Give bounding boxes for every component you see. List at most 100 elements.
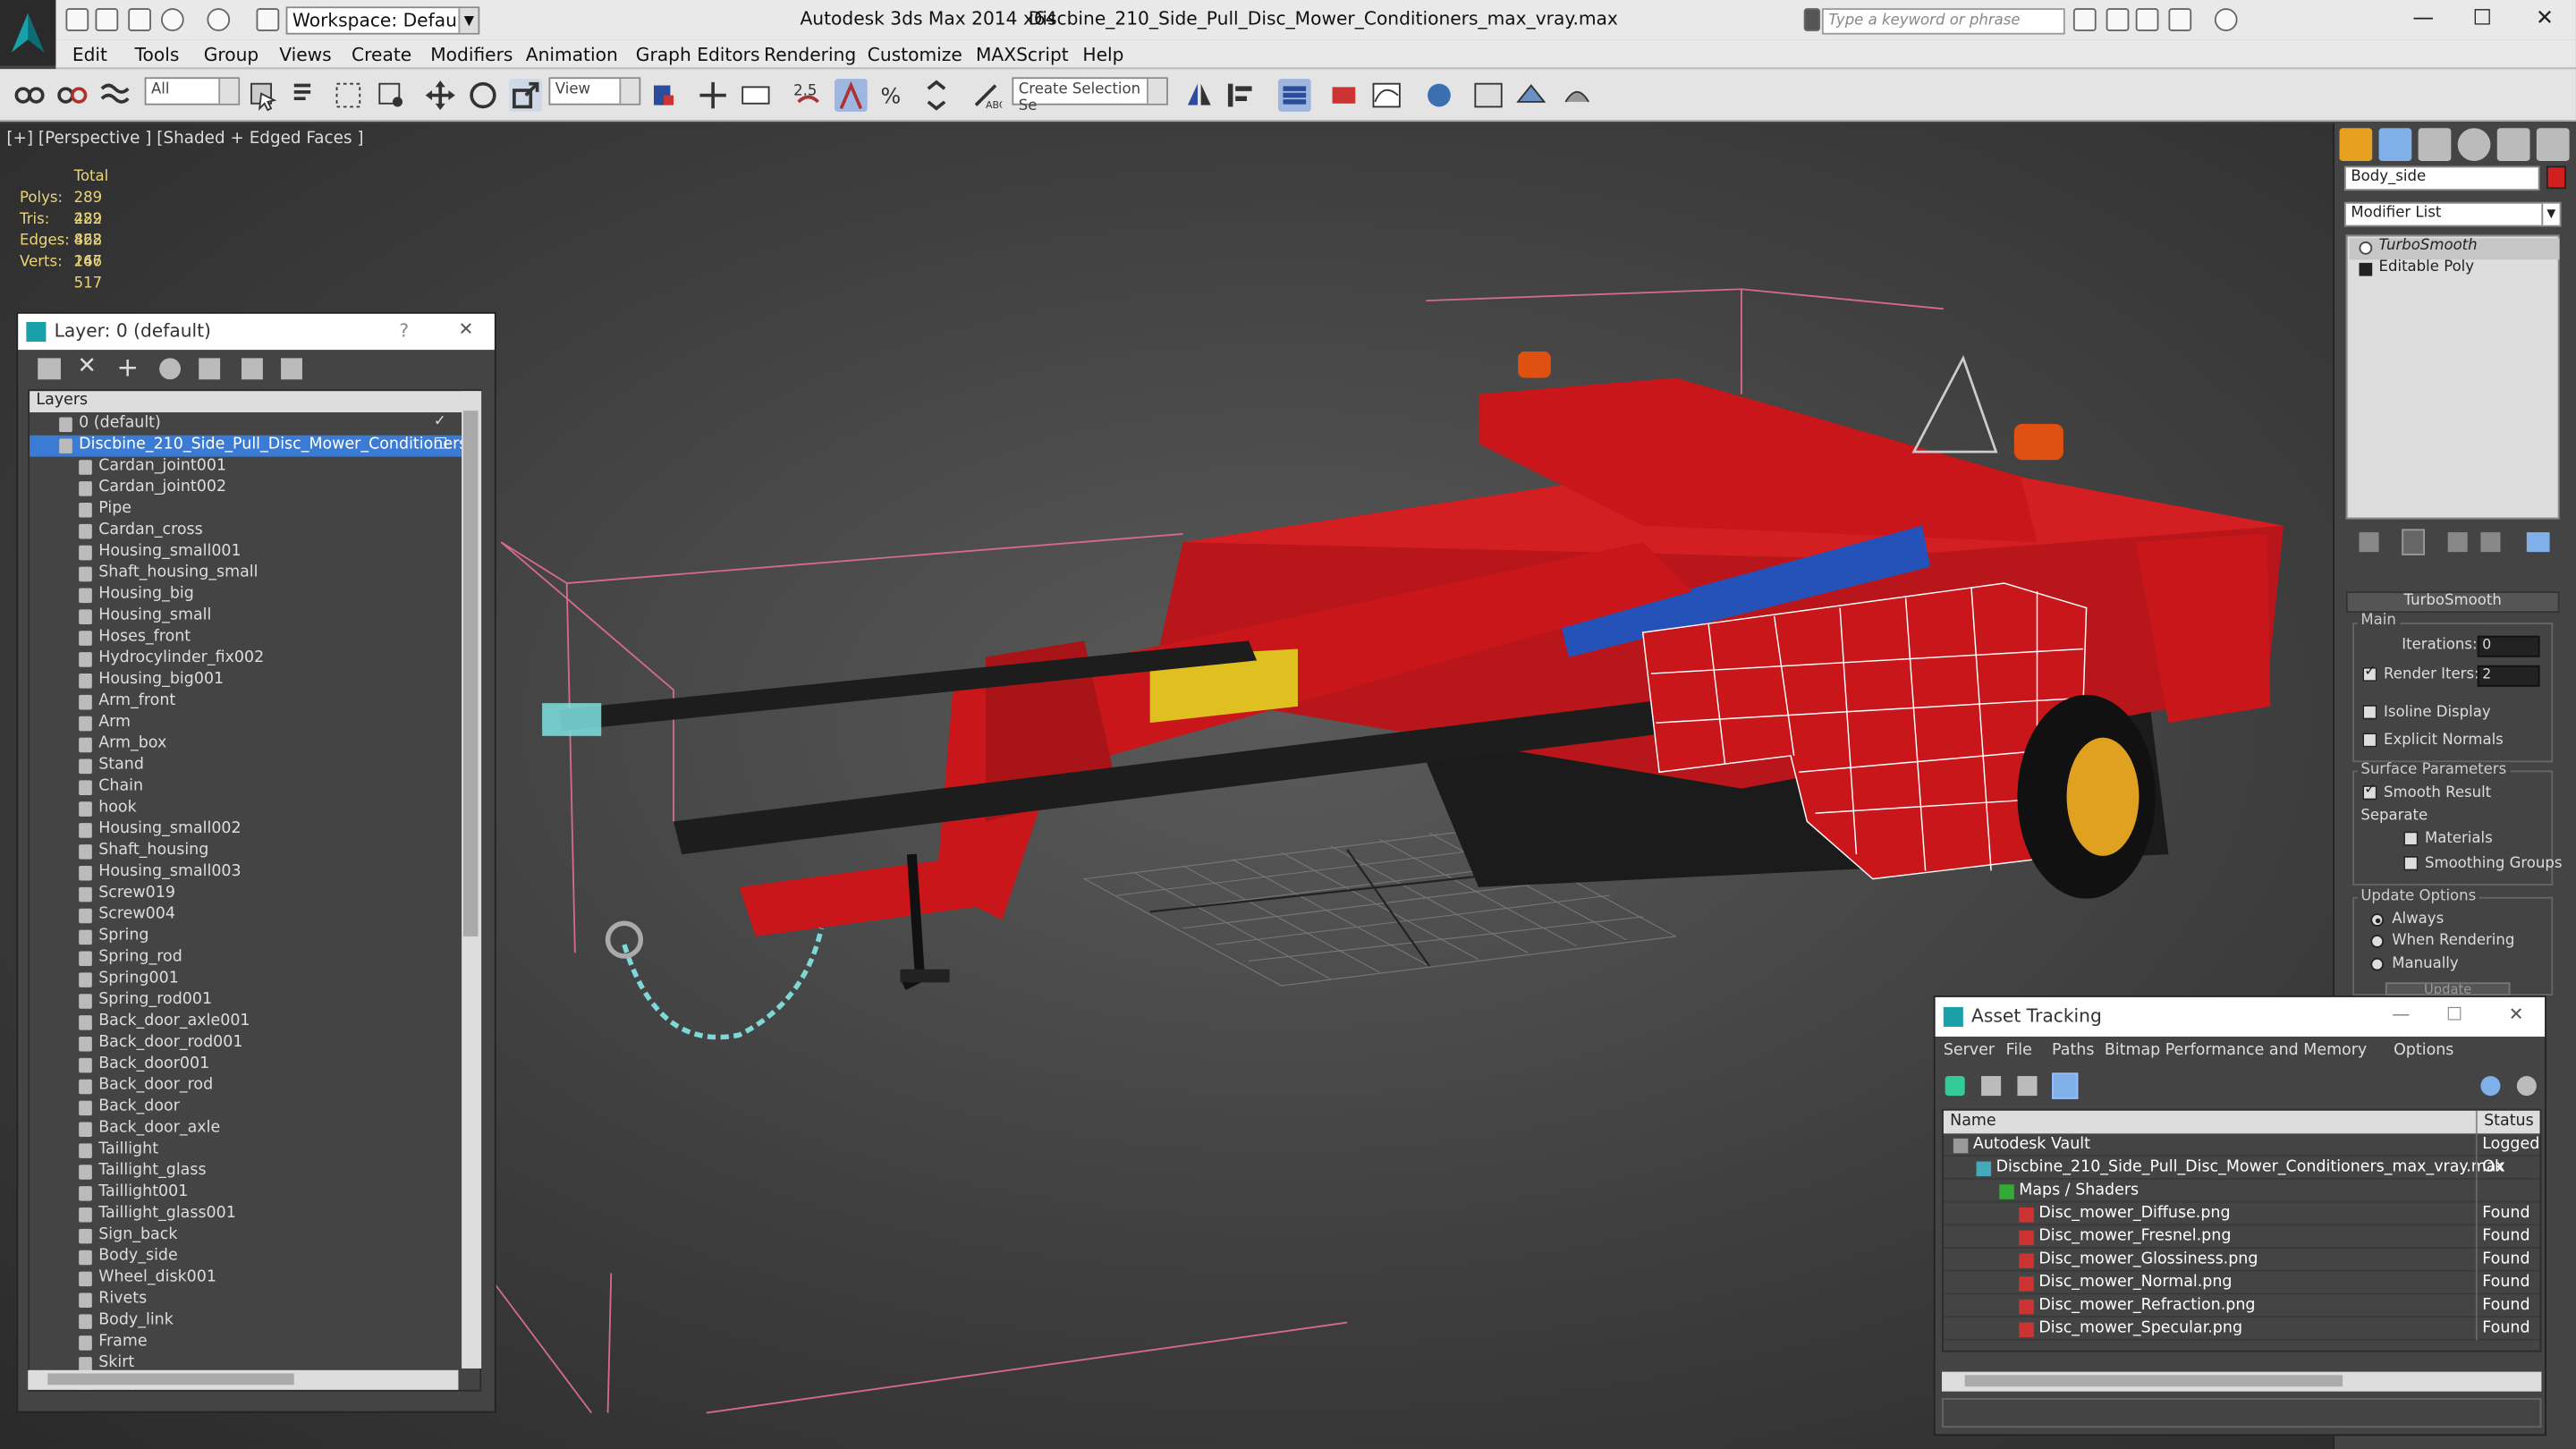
maximize-button[interactable]: ☐ (2446, 1004, 2462, 1025)
layer-object-row[interactable]: Taillight_glass001 (30, 1204, 463, 1225)
layers-column-header[interactable]: Layers (30, 391, 463, 413)
window-crossing-icon[interactable] (375, 79, 408, 112)
layer-object-row[interactable]: Arm_box (30, 734, 463, 756)
layer-object-row[interactable]: Cardan_joint001 (30, 457, 463, 479)
help-icon[interactable] (2214, 8, 2238, 31)
layer-object-row[interactable]: Taillight_glass (30, 1162, 463, 1183)
context-help-icon[interactable] (2516, 1076, 2537, 1097)
select-and-scale-icon[interactable] (509, 79, 543, 112)
layer-object-row[interactable]: Back_door001 (30, 1055, 463, 1076)
minimize-button[interactable]: — (2399, 4, 2448, 37)
layer-window-header[interactable]: Layer: 0 (default) ? ✕ (18, 313, 495, 351)
hide-all-layers-icon[interactable] (241, 358, 263, 380)
selection-filter-dropdown[interactable]: All (144, 77, 241, 106)
asset-menu-server[interactable]: Server (1944, 1041, 1995, 1059)
layer-object-row[interactable]: Housing_big (30, 585, 463, 606)
layer-object-row[interactable]: Taillight (30, 1140, 463, 1162)
redo-icon[interactable] (207, 8, 231, 31)
search-input[interactable]: Type a keyword or phrase (1821, 8, 2065, 35)
layer-object-row[interactable]: Screw019 (30, 884, 463, 905)
layer-object-row[interactable]: hook (30, 799, 463, 820)
layer-object-row[interactable]: Arm (30, 713, 463, 734)
expand-plus-icon[interactable] (2359, 262, 2373, 276)
iterations-spinner[interactable]: 0 (2477, 635, 2540, 657)
layer-object-row[interactable]: Housing_small003 (30, 862, 463, 884)
detail-view-icon[interactable] (2017, 1076, 2038, 1097)
menu-edit[interactable]: Edit (72, 45, 107, 66)
menu-rendering[interactable]: Rendering (764, 45, 856, 66)
asset-menu-options[interactable]: Options (2394, 1041, 2453, 1059)
layer-object-row[interactable]: Frame (30, 1333, 463, 1354)
asset-row[interactable]: Disc_mower_Glossiness.png Found (1943, 1248, 2540, 1272)
layer-vertical-scrollbar[interactable] (462, 391, 482, 1368)
layer-object-row[interactable]: Body_side (30, 1247, 463, 1268)
named-selection-dropdown[interactable]: Create Selection Se (1012, 77, 1168, 115)
layer-object-row[interactable]: Wheel_disk001 (30, 1268, 463, 1290)
render-iters-spinner[interactable]: 2 (2477, 665, 2540, 687)
delete-layer-icon[interactable]: ✕ (77, 353, 97, 379)
new-file-icon[interactable] (65, 8, 89, 31)
percent-snap-icon[interactable]: % (877, 79, 911, 112)
hierarchy-tab-icon[interactable] (2418, 128, 2452, 161)
layer-object-row[interactable]: Spring_rod (30, 948, 463, 970)
freeze-all-layers-icon[interactable] (281, 358, 302, 380)
layer-object-row[interactable]: Back_door_rod (30, 1076, 463, 1097)
bind-space-warp-icon[interactable] (98, 79, 131, 112)
rectangular-selection-icon[interactable] (332, 79, 365, 112)
subscription-icon[interactable] (2106, 8, 2130, 31)
refresh-icon[interactable] (1945, 1076, 1965, 1097)
active-layer-check-icon[interactable]: ✓ (434, 414, 446, 430)
update-button[interactable]: Update (2385, 982, 2511, 996)
remove-modifier-icon[interactable] (2480, 532, 2501, 553)
snaps-toggle-icon[interactable]: 2.5 (792, 79, 825, 112)
keyboard-shortcut-override-icon[interactable] (740, 79, 773, 112)
unlink-icon[interactable] (55, 79, 89, 112)
column-name-header[interactable]: Name (1950, 1112, 1996, 1130)
smooth-result-checkbox[interactable] (2362, 782, 2377, 801)
search-expand-icon[interactable] (1803, 8, 1821, 31)
viewport-label[interactable]: [+] [Perspective ] [Shaded + Edged Faces… (6, 130, 363, 148)
layer-object-row[interactable]: Stand (30, 756, 463, 777)
select-highlighted-icon[interactable] (159, 358, 182, 380)
close-button[interactable]: ✕ (2509, 1004, 2524, 1025)
asset-row[interactable]: Autodesk Vault Logged (1943, 1133, 2540, 1157)
menu-animation[interactable]: Animation (526, 45, 618, 66)
layer-object-row[interactable]: Back_door_axle (30, 1119, 463, 1140)
column-status-header[interactable]: Status (2484, 1112, 2534, 1130)
layer-object-row[interactable]: Back_door_axle001 (30, 1012, 463, 1033)
motion-tab-icon[interactable] (2457, 128, 2491, 161)
asset-row[interactable]: Disc_mower_Specular.png Found (1943, 1318, 2540, 1341)
asset-row[interactable]: Disc_mower_Normal.png Found (1943, 1271, 2540, 1295)
layer-row-default[interactable]: 0 (default) ✓ (30, 414, 463, 436)
maximize-button[interactable]: ☐ (2458, 4, 2507, 37)
menu-graph-editors[interactable]: Graph Editors (636, 45, 760, 66)
minimize-button[interactable]: — (2392, 1004, 2410, 1025)
layer-object-row[interactable]: Rivets (30, 1290, 463, 1311)
layer-object-row[interactable]: Taillight001 (30, 1182, 463, 1204)
manually-radio[interactable] (2370, 957, 2385, 971)
project-folder-icon[interactable] (256, 8, 280, 31)
layer-object-row[interactable]: Screw004 (30, 905, 463, 927)
workspace-dropdown[interactable]: Workspace: Default ▼ (285, 6, 480, 35)
layer-object-row[interactable]: Back_door (30, 1097, 463, 1119)
make-unique-icon[interactable] (2447, 532, 2468, 553)
schematic-view-icon[interactable] (1423, 79, 1456, 112)
layer-object-row[interactable]: Spring (30, 927, 463, 948)
layer-object-row[interactable]: Pipe (30, 499, 463, 521)
menu-customize[interactable]: Customize (868, 45, 962, 66)
layer-object-row[interactable]: Sign_back (30, 1225, 463, 1247)
spinner-snap-icon[interactable] (920, 79, 953, 112)
edit-named-selection-icon[interactable]: ABC (970, 79, 1006, 112)
asset-menu-file[interactable]: File (2006, 1041, 2032, 1059)
layer-object-row[interactable]: Hoses_front (30, 628, 463, 649)
create-tab-icon[interactable] (2339, 128, 2373, 161)
when-rendering-radio[interactable] (2370, 935, 2385, 948)
render-iters-checkbox[interactable] (2362, 664, 2377, 682)
render-setup-icon[interactable] (1514, 79, 1547, 112)
turbosmooth-rollout-header[interactable]: TurboSmooth (2345, 591, 2560, 614)
new-layer-icon[interactable] (38, 358, 61, 380)
binoculars-icon[interactable] (2072, 8, 2097, 31)
asset-row[interactable]: Maps / Shaders (1943, 1179, 2540, 1203)
help-button[interactable]: ? (399, 320, 409, 342)
select-object-icon[interactable] (247, 79, 280, 112)
